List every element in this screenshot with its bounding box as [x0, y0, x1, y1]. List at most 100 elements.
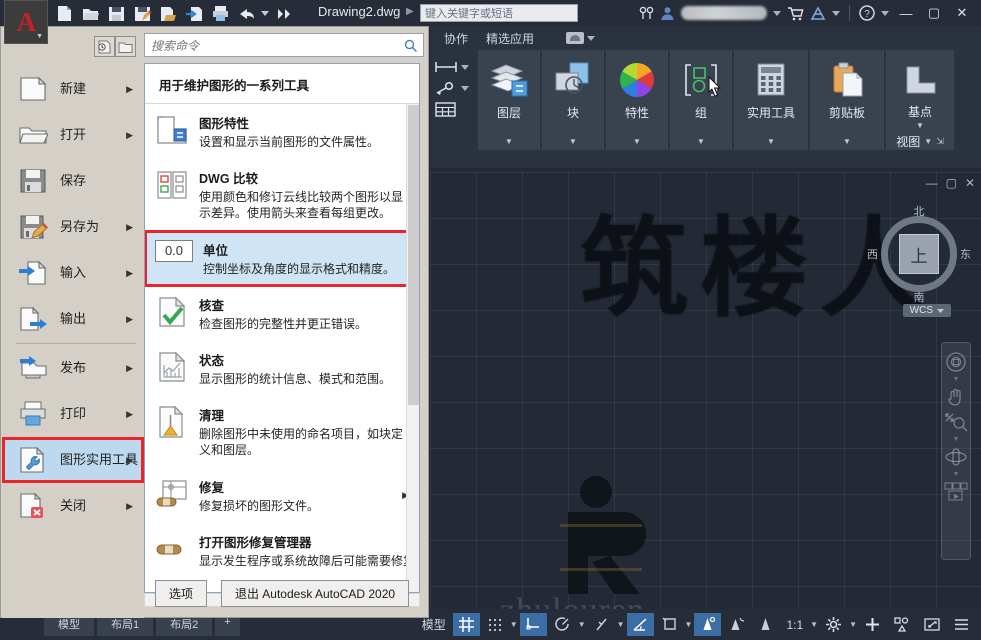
view-cube-north-label[interactable]: 北 [914, 203, 925, 219]
steering-wheel-icon[interactable] [945, 351, 967, 373]
minimize-button[interactable]: — [895, 6, 917, 21]
import-icon[interactable] [182, 1, 206, 25]
account-icon[interactable] [660, 6, 675, 20]
scrollbar-thumb[interactable] [408, 105, 419, 405]
drawing-restore-button[interactable]: ▢ [946, 176, 957, 190]
tab-collaborate[interactable]: 协作 [444, 30, 468, 47]
transparency-toggle[interactable] [723, 613, 750, 636]
new-icon[interactable] [52, 1, 76, 25]
open-icon[interactable] [78, 1, 102, 25]
document-title-arrow-icon[interactable]: ▶ [406, 6, 414, 17]
annotation-scale-value[interactable]: 1:1 [781, 615, 808, 635]
appmenu-entry-status[interactable]: 状态 显示图形的统计信息、模式和范围。 [145, 341, 419, 396]
panel-dropdown-clipboard[interactable]: ▼ [843, 137, 851, 146]
view-cube[interactable]: 上 北 南 西 东 [867, 203, 971, 305]
appmenu-item-open[interactable]: 打开 ▶ [2, 112, 144, 158]
application-button[interactable]: A ▼ [4, 0, 48, 44]
appmenu-entry-audit[interactable]: 核查 检查图形的完整性并更正错误。 [145, 286, 419, 341]
print-icon[interactable] [208, 1, 232, 25]
add-icon[interactable] [859, 613, 886, 636]
a360-dropdown-icon[interactable] [832, 10, 840, 16]
object-snap-tracking-toggle[interactable] [626, 613, 654, 636]
chevron-down-icon[interactable]: ▼ [36, 33, 43, 40]
options-button[interactable]: 选项 [154, 579, 207, 607]
exit-autocad-button[interactable]: 退出 Autodesk AutoCAD 2020 [220, 579, 410, 607]
appmenu-entry-dwg-compare[interactable]: DWG 比较 使用颜色和修订云线比较两个图形以显示差异。使用箭头来查看每组更改。 [145, 159, 419, 230]
recent-documents-icon[interactable] [94, 36, 115, 57]
ortho-mode-toggle[interactable] [519, 613, 547, 636]
appmenu-entry-drawing-properties[interactable]: 图形特性 设置和显示当前图形的文件属性。 [145, 104, 419, 159]
panel-dropdown-properties[interactable]: ▼ [633, 137, 641, 146]
panel-dropdown-block[interactable]: ▼ [569, 137, 577, 146]
orbit-icon[interactable] [944, 446, 968, 468]
annotation-scale-dropdown-icon[interactable]: ▼ [810, 620, 818, 629]
redo-icon[interactable] [272, 1, 296, 25]
saveas-icon[interactable] [130, 1, 154, 25]
plot-preview-icon[interactable] [156, 1, 180, 25]
table-icon[interactable] [434, 102, 469, 118]
leader-icon[interactable] [434, 81, 469, 95]
appmenu-search-input[interactable]: 搜索命令 [144, 33, 424, 57]
zoom-dropdown-icon[interactable]: ▼ [953, 436, 960, 443]
pan-icon[interactable] [945, 386, 967, 408]
view-cube-south-label[interactable]: 南 [914, 289, 925, 305]
appmenu-item-drawing-utilities[interactable]: 图形实用工具 ▶ [2, 437, 144, 483]
grid-display-toggle[interactable] [452, 613, 480, 636]
isolate-objects-icon[interactable] [888, 613, 916, 636]
polar-tracking-toggle[interactable] [549, 613, 576, 636]
panel-dropdown-group[interactable]: ▼ [697, 137, 705, 146]
panel-dropdown-basepoint[interactable]: ▼ [916, 121, 924, 130]
panel-utilities[interactable]: 实用工具 ▼ [734, 50, 808, 150]
panel-dialog-launcher-icon[interactable]: ⇲ [936, 136, 944, 147]
panel-group[interactable]: 组 ▼ [670, 50, 732, 150]
drawing-minimize-button[interactable]: — [926, 176, 938, 190]
isometric-drafting-toggle[interactable] [588, 613, 615, 636]
panel-layers[interactable]: 图层 ▼ [478, 50, 540, 150]
selection-cycling-toggle[interactable] [752, 613, 779, 636]
infocenter-search-input[interactable]: 键入关键字或短语 [420, 4, 578, 22]
undo-icon[interactable] [234, 1, 258, 25]
view-cube-west-label[interactable]: 西 [867, 246, 878, 262]
ucs-selector[interactable]: WCS [902, 304, 951, 317]
maximize-button[interactable]: ▢ [923, 5, 945, 21]
menu-icon[interactable] [948, 613, 975, 636]
appmenu-entry-drawing-recovery-manager[interactable]: 打开图形修复管理器 显示发生程序或系统故障后可能需要修复 [145, 523, 419, 578]
view-cube-top-face[interactable]: 上 [899, 234, 939, 274]
panel-dropdown-utilities[interactable]: ▼ [767, 137, 775, 146]
zoom-icon[interactable] [944, 411, 968, 433]
help-icon[interactable]: ? [859, 5, 875, 21]
ribbon-display-options[interactable] [566, 32, 596, 44]
panel-label-view[interactable]: 视图 [896, 133, 920, 150]
search-network-icon[interactable] [639, 6, 654, 20]
snap-dropdown-icon[interactable]: ▼ [510, 620, 518, 629]
appmenu-vertical-scrollbar[interactable] [406, 104, 419, 592]
lineweight-toggle[interactable] [694, 613, 722, 636]
undo-dropdown-icon[interactable] [260, 1, 270, 25]
app-store-cart-icon[interactable] [787, 6, 804, 21]
navigation-bar[interactable]: ▼ ▼ ▼ [941, 342, 971, 560]
osnap-dropdown-icon[interactable]: ▼ [685, 620, 693, 629]
search-icon[interactable] [404, 39, 417, 52]
appmenu-item-close[interactable]: 关闭 ▶ [2, 483, 144, 529]
panel-block[interactable]: 块 ▼ [542, 50, 604, 150]
open-documents-icon[interactable] [115, 36, 136, 57]
appmenu-item-print[interactable]: 打印 ▶ [2, 391, 144, 437]
isometric-dropdown-icon[interactable]: ▼ [617, 620, 625, 629]
appmenu-item-new[interactable]: 新建 ▶ [2, 66, 144, 112]
panel-properties[interactable]: 特性 ▼ [606, 50, 668, 150]
appmenu-item-save[interactable]: 保存 [2, 158, 144, 204]
customization-dropdown-icon[interactable]: ▼ [849, 620, 857, 629]
customization-gear-icon[interactable] [820, 613, 847, 636]
appmenu-item-save-as[interactable]: 另存为 ▶ [2, 204, 144, 250]
dimension-icon[interactable] [434, 60, 469, 74]
view-dropdown-icon[interactable]: ▼ [924, 137, 932, 146]
steering-wheel-dropdown-icon[interactable]: ▼ [953, 376, 960, 383]
object-snap-toggle[interactable] [656, 613, 683, 636]
appmenu-entry-units[interactable]: 0.0 单位 控制坐标及角度的显示格式和精度。 [145, 229, 419, 287]
fullscreen-icon[interactable] [918, 613, 946, 636]
appmenu-entry-recover[interactable]: 修复 修复损坏的图形文件。 ▶ [145, 468, 419, 523]
help-dropdown-icon[interactable] [881, 10, 889, 16]
account-dropdown-icon[interactable] [773, 10, 781, 16]
save-icon[interactable] [104, 1, 128, 25]
polar-dropdown-icon[interactable]: ▼ [578, 620, 586, 629]
